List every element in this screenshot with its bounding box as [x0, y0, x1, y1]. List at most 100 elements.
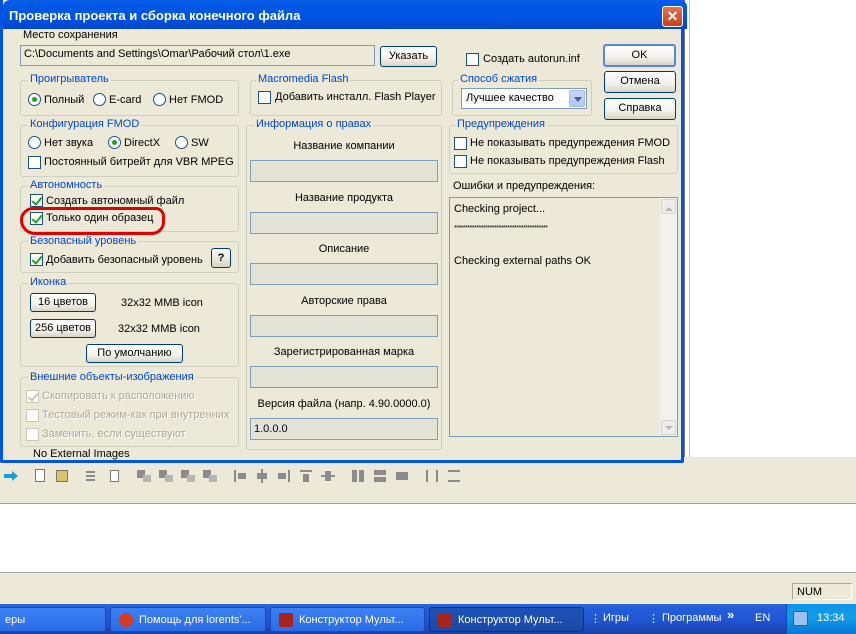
replace-checkbox[interactable] [26, 428, 39, 441]
fmod-group [20, 125, 239, 177]
ok-button[interactable]: OK [603, 44, 676, 67]
browser-icon [119, 613, 133, 627]
space-icon-1[interactable] [424, 468, 440, 484]
cancel-button[interactable]: Отмена [604, 71, 676, 93]
games-toolbar[interactable]: Игры [603, 612, 629, 624]
flash-group-label: Macromedia Flash [256, 73, 351, 85]
size-icon-1[interactable] [350, 468, 366, 484]
no-fmod-warnings-checkbox[interactable] [454, 137, 467, 150]
dialog-title: Проверка проекта и сборка конечного файл… [3, 0, 687, 29]
product-field[interactable] [250, 212, 438, 234]
player-ecard-radio[interactable] [93, 93, 106, 106]
size-icon-3[interactable] [394, 468, 410, 484]
taskbar-item[interactable]: Конструктор Мульт... [429, 607, 584, 632]
close-button[interactable]: ✕ [662, 6, 683, 27]
system-tray: 13:34 [786, 604, 856, 634]
taskbar-item-label: Конструктор Мульт... [299, 614, 404, 626]
fmod-sw-label: SW [191, 137, 209, 149]
default-icon-button[interactable]: По умолчанию [86, 344, 183, 363]
safe-level-label: Добавить безопасный уровень [46, 254, 203, 266]
company-field[interactable] [250, 160, 438, 182]
taskbar-item[interactable]: Конструктор Мульт... [270, 607, 425, 632]
errors-log[interactable]: Checking project... ********************… [449, 197, 678, 437]
distribute-icon-4[interactable] [298, 468, 314, 484]
app-icon [438, 613, 452, 627]
scroll-down-icon[interactable] [661, 420, 676, 435]
arrow-right-icon[interactable] [3, 468, 19, 484]
no-flash-warnings-checkbox[interactable] [454, 155, 467, 168]
description-field[interactable] [250, 263, 438, 285]
standalone-checkbox[interactable] [30, 194, 43, 207]
size-icon-2[interactable] [372, 468, 388, 484]
autorun-checkbox[interactable] [466, 53, 479, 66]
page-icon[interactable] [106, 468, 122, 484]
taskbar-item[interactable]: еры [0, 607, 106, 632]
network-icon[interactable] [793, 611, 808, 626]
fmod-directx-radio[interactable] [108, 136, 121, 149]
flash-checkbox[interactable] [258, 91, 271, 104]
align-icon-4[interactable] [202, 468, 218, 484]
player-full-radio[interactable] [28, 93, 41, 106]
taskbar-item[interactable]: Помощь для lorents'... [110, 607, 266, 632]
compression-select[interactable]: Лучшее качество [461, 88, 587, 109]
help-button[interactable]: Справка [604, 98, 676, 120]
player-group-label: Проигрыватель [28, 73, 111, 85]
icon-16-button[interactable]: 16 цветов [30, 293, 96, 312]
trademark-label: Зарегистрированная марка [273, 346, 415, 358]
fmod-nosound-label: Нет звука [44, 137, 94, 149]
distribute-icon-2[interactable] [254, 468, 270, 484]
order-icon[interactable] [84, 468, 100, 484]
save-path-field[interactable]: C:\Documents and Settings\Omar\Рабочий с… [20, 45, 375, 66]
num-lock-indicator: NUM [792, 583, 852, 600]
log-line: Checking external paths OK [454, 255, 591, 267]
work-area [0, 503, 856, 573]
distribute-icon-3[interactable] [276, 468, 292, 484]
product-label: Название продукта [294, 192, 394, 204]
icon-256-button[interactable]: 256 цветов [30, 319, 96, 338]
safe-level-help-button[interactable]: ? [211, 248, 231, 268]
fmod-directx-label: DirectX [124, 137, 161, 149]
no-flash-warnings-label: Не показывать предупреждения Flash [470, 155, 665, 167]
copyright-label: Авторские права [301, 295, 387, 307]
standalone-label: Создать автономный файл [46, 195, 185, 207]
language-indicator[interactable]: EN [755, 612, 770, 624]
version-field[interactable]: 1.0.0.0 [250, 418, 438, 440]
trademark-field[interactable] [250, 366, 438, 388]
copy-external-checkbox[interactable] [26, 390, 39, 403]
chevron-icon[interactable]: » [727, 607, 734, 622]
red-highlight-annotation [20, 207, 165, 235]
status-bar [0, 581, 856, 603]
vbr-checkbox[interactable] [28, 156, 41, 169]
align-icon-2[interactable] [158, 468, 174, 484]
scroll-up-icon[interactable] [661, 199, 676, 214]
player-nofmod-label: Нет FMOD [169, 94, 224, 106]
fmod-sw-radio[interactable] [175, 136, 188, 149]
align-icon-1[interactable] [136, 468, 152, 484]
browse-button[interactable]: Указать [380, 46, 437, 67]
new-page-icon[interactable] [32, 468, 48, 484]
clock: 13:34 [817, 612, 845, 624]
description-label: Описание [318, 243, 370, 255]
app-icon [279, 613, 293, 627]
test-mode-checkbox[interactable] [26, 409, 39, 422]
log-scrollbar[interactable] [660, 198, 677, 436]
rights-group-label: Информация о правах [254, 118, 374, 130]
chevron-down-icon[interactable] [569, 90, 585, 107]
compression-value: Лучшее качество [466, 92, 554, 104]
properties-icon[interactable] [54, 468, 70, 484]
errors-label: Ошибки и предупреждения: [453, 180, 596, 192]
distribute-icon-5[interactable] [320, 468, 336, 484]
fmod-nosound-radio[interactable] [28, 136, 41, 149]
safe-level-checkbox[interactable] [30, 253, 43, 266]
distribute-icon-1[interactable] [232, 468, 248, 484]
align-icon-3[interactable] [180, 468, 196, 484]
space-icon-2[interactable] [446, 468, 462, 484]
taskbar-item-label: Конструктор Мульт... [458, 614, 563, 626]
company-label: Название компании [293, 140, 395, 152]
replace-label: Заменить, если существуют [42, 428, 186, 440]
version-label: Версия файла (напр. 4.90.0000.0) [257, 398, 431, 410]
programs-toolbar[interactable]: Программы [662, 612, 721, 624]
copyright-field[interactable] [250, 315, 438, 337]
autorun-label: Создать autorun.inf [483, 53, 580, 65]
player-nofmod-radio[interactable] [153, 93, 166, 106]
